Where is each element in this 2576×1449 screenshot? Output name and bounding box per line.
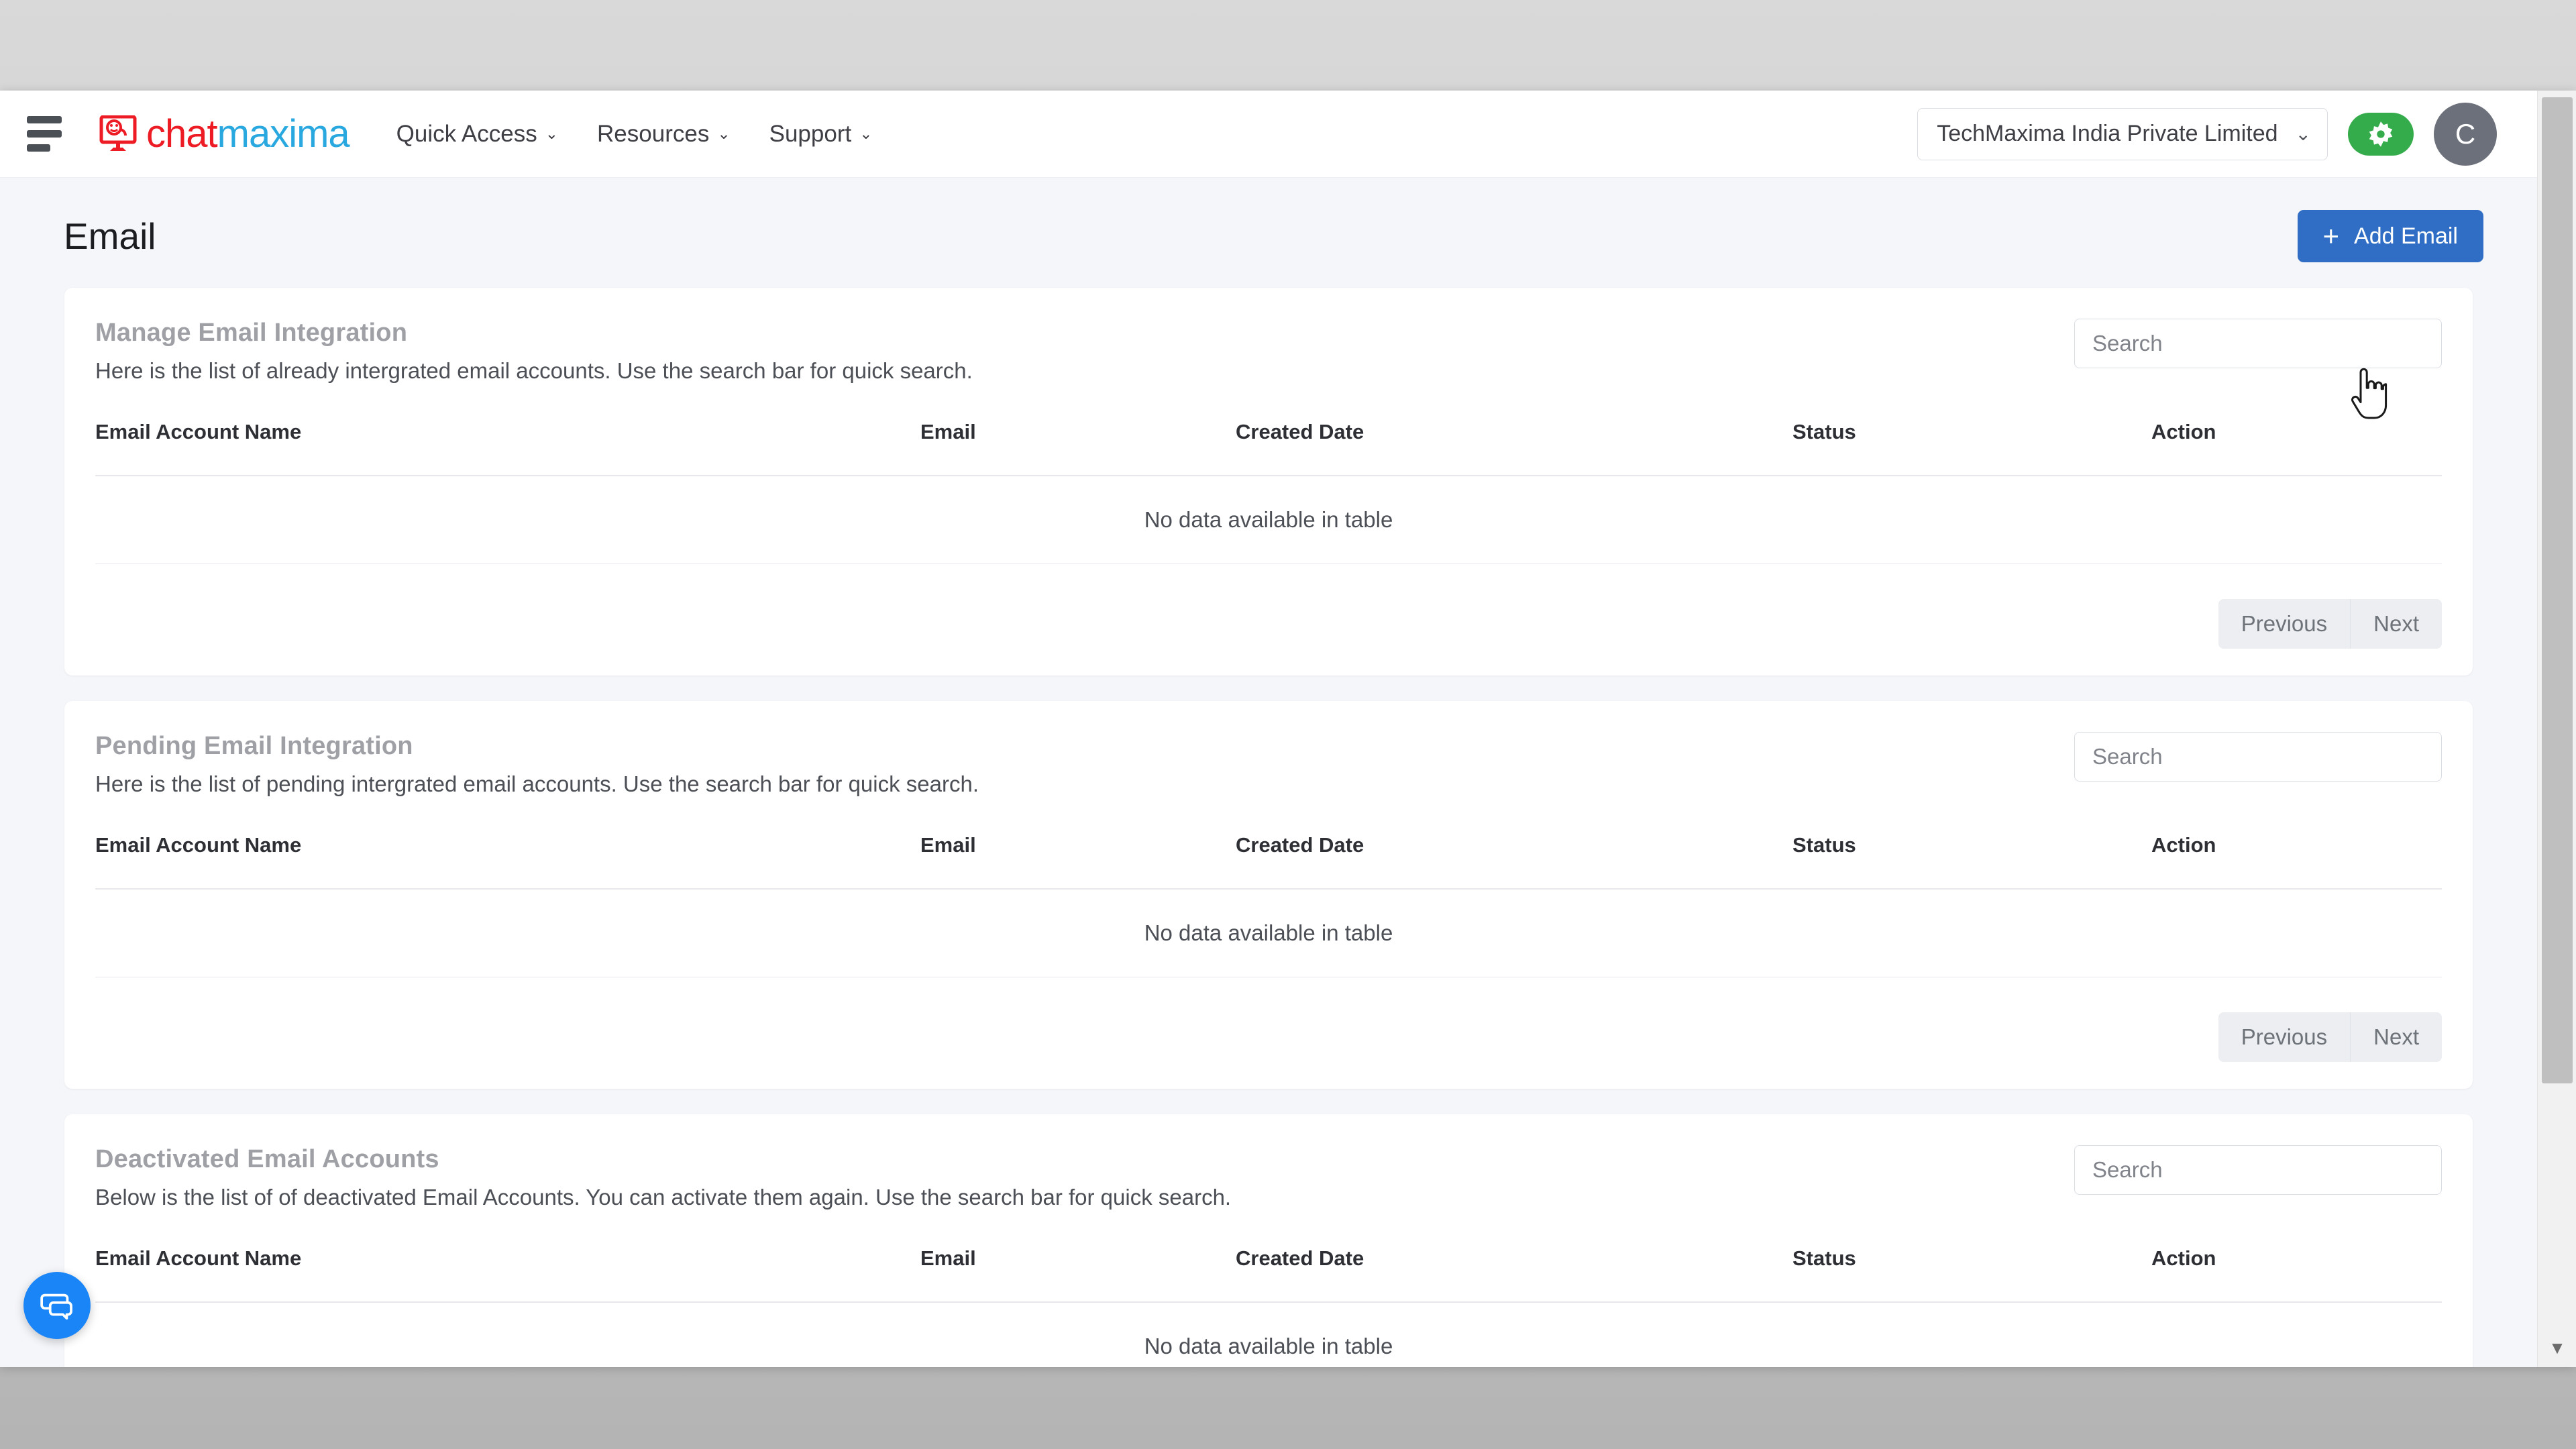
card-header: Manage Email Integration Here is the lis… (95, 319, 2442, 384)
table-body: No data available in table (95, 889, 2442, 977)
brand-wordmark: chatmaxima (146, 111, 350, 156)
avatar-initial: C (2455, 117, 2476, 150)
previous-page-button[interactable]: Previous (2218, 1012, 2351, 1062)
empty-state-message: No data available in table (95, 476, 2442, 564)
column-header-created-date[interactable]: Created Date (1236, 1246, 1792, 1303)
card-deactivated-email-accounts: Deactivated Email Accounts Below is the … (64, 1114, 2473, 1367)
nav-label-quick-access: Quick Access (396, 120, 537, 147)
hamburger-bar-3 (27, 144, 50, 152)
pending-email-accounts-table: Email Account Name Email Created Date St… (95, 833, 2442, 977)
card-manage-email-integration: Manage Email Integration Here is the lis… (64, 288, 2473, 676)
topbar-right-cluster: TechMaxima India Private Limited ⌄ C (1917, 102, 2497, 166)
column-header-email-account-name[interactable]: Email Account Name (95, 1246, 920, 1303)
card-title: Deactivated Email Accounts (95, 1145, 439, 1173)
page-title: Email (64, 215, 156, 257)
primary-nav: Quick Access ⌄ Resources ⌄ Support ⌄ (396, 121, 873, 148)
browser-viewport: chatmaxima Quick Access ⌄ Resources ⌄ Su… (0, 91, 2576, 1367)
gear-icon (2369, 121, 2393, 147)
card-pending-email-integration: Pending Email Integration Here is the li… (64, 701, 2473, 1089)
table-head: Email Account Name Email Created Date St… (95, 833, 2442, 890)
search-input[interactable] (2074, 319, 2442, 368)
card-header: Pending Email Integration Here is the li… (95, 732, 2442, 797)
pagination: Previous Next (95, 1012, 2442, 1062)
hamburger-menu-icon[interactable] (27, 115, 72, 153)
column-header-email-account-name[interactable]: Email Account Name (95, 833, 920, 890)
email-accounts-table: Email Account Name Email Created Date St… (95, 420, 2442, 564)
user-avatar[interactable]: C (2434, 102, 2497, 166)
column-header-action[interactable]: Action (2151, 1246, 2442, 1303)
page-header: Email + Add Email (0, 178, 2537, 262)
column-header-created-date[interactable]: Created Date (1236, 833, 1792, 890)
hamburger-bar-2 (27, 130, 62, 138)
table-body: No data available in table (95, 476, 2442, 564)
card-subtitle: Here is the list of pending intergrated … (95, 771, 979, 796)
chevron-down-icon: ⌄ (545, 125, 559, 142)
column-header-email[interactable]: Email (920, 420, 1236, 476)
brand-text-chat: chat (146, 111, 218, 156)
nav-label-resources: Resources (597, 120, 710, 147)
pagination-group: Previous Next (2218, 1012, 2442, 1062)
column-header-email[interactable]: Email (920, 833, 1236, 890)
pagination: Previous Next (95, 599, 2442, 649)
vertical-scrollbar[interactable]: ▲ ▼ (2537, 91, 2576, 1367)
table-row-empty: No data available in table (95, 889, 2442, 977)
table-header-row: Email Account Name Email Created Date St… (95, 833, 2442, 890)
empty-state-message: No data available in table (95, 1302, 2442, 1367)
column-header-created-date[interactable]: Created Date (1236, 420, 1792, 476)
page-content: Email + Add Email Manage Email Integrati… (0, 178, 2537, 1367)
scroll-down-arrow-icon[interactable]: ▼ (2538, 1328, 2576, 1367)
search-input[interactable] (2074, 1145, 2442, 1195)
chat-launcher-button[interactable] (23, 1272, 91, 1339)
chat-bubbles-icon (40, 1293, 72, 1320)
search-input[interactable] (2074, 732, 2442, 782)
card-header-text: Deactivated Email Accounts Below is the … (95, 1145, 1231, 1210)
card-title: Pending Email Integration (95, 732, 413, 760)
chevron-down-icon: ⌄ (2295, 123, 2311, 144)
column-header-status[interactable]: Status (1792, 420, 2151, 476)
column-header-status[interactable]: Status (1792, 833, 2151, 890)
add-email-button[interactable]: + Add Email (2297, 210, 2483, 262)
card-header-text: Pending Email Integration Here is the li… (95, 732, 979, 797)
nav-item-support[interactable]: Support ⌄ (769, 121, 873, 148)
chat-monitor-logo-icon (99, 115, 137, 151)
next-page-button[interactable]: Next (2350, 1012, 2442, 1062)
settings-button[interactable] (2348, 112, 2414, 156)
hamburger-bar-1 (27, 116, 62, 123)
card-header-text: Manage Email Integration Here is the lis… (95, 319, 973, 384)
organization-selector[interactable]: TechMaxima India Private Limited ⌄ (1917, 107, 2328, 160)
brand-logo[interactable]: chatmaxima (99, 111, 350, 156)
empty-state-message: No data available in table (95, 889, 2442, 977)
card-title: Manage Email Integration (95, 319, 408, 347)
table-header-row: Email Account Name Email Created Date St… (95, 420, 2442, 476)
nav-item-resources[interactable]: Resources ⌄ (597, 121, 731, 148)
column-header-email[interactable]: Email (920, 1246, 1236, 1303)
pagination-group: Previous Next (2218, 599, 2442, 649)
table-header-row: Email Account Name Email Created Date St… (95, 1246, 2442, 1303)
nav-item-quick-access[interactable]: Quick Access ⌄ (396, 121, 558, 148)
next-page-button[interactable]: Next (2350, 599, 2442, 649)
column-header-email-account-name[interactable]: Email Account Name (95, 420, 920, 476)
previous-page-button[interactable]: Previous (2218, 599, 2351, 649)
column-header-action[interactable]: Action (2151, 420, 2442, 476)
deactivated-email-accounts-table: Email Account Name Email Created Date St… (95, 1246, 2442, 1367)
table-body: No data available in table (95, 1302, 2442, 1367)
table-head: Email Account Name Email Created Date St… (95, 420, 2442, 476)
top-navbar: chatmaxima Quick Access ⌄ Resources ⌄ Su… (0, 91, 2537, 178)
column-header-status[interactable]: Status (1792, 1246, 2151, 1303)
add-email-label: Add Email (2354, 223, 2458, 249)
nav-label-support: Support (769, 120, 852, 147)
table-row-empty: No data available in table (95, 476, 2442, 564)
chevron-down-icon: ⌄ (717, 125, 731, 142)
table-head: Email Account Name Email Created Date St… (95, 1246, 2442, 1303)
table-row-empty: No data available in table (95, 1302, 2442, 1367)
organization-name: TechMaxima India Private Limited (1937, 121, 2278, 146)
scrollbar-thumb[interactable] (2542, 97, 2573, 1083)
card-subtitle: Below is the list of of deactivated Emai… (95, 1185, 1232, 1210)
brand-text-maxima: maxima (217, 111, 350, 156)
card-subtitle: Here is the list of already intergrated … (95, 358, 973, 383)
card-header: Deactivated Email Accounts Below is the … (95, 1145, 2442, 1210)
chevron-down-icon: ⌄ (859, 125, 873, 142)
plus-icon: + (2322, 220, 2340, 252)
column-header-action[interactable]: Action (2151, 833, 2442, 890)
